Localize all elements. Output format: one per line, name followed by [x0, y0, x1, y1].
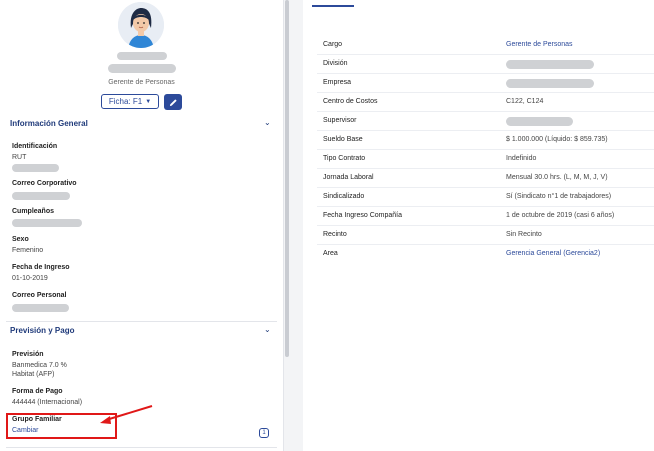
- detail-label: Fecha Ingreso Compañía: [323, 212, 402, 219]
- detail-row: Cargo Gerente de Personas: [317, 36, 654, 55]
- detail-link[interactable]: Gerente de Personas: [506, 41, 573, 48]
- detail-value: Mensual 30.0 hrs. (L, M, M, J, V): [506, 174, 608, 181]
- detail-label: Centro de Costos: [323, 98, 378, 105]
- profile-panel: Gerente de Personas Ficha: F1 ▼ Informac…: [0, 0, 284, 451]
- detail-row: Sueldo Base $ 1.000.000 (Líquido: $ 859.…: [317, 131, 654, 150]
- detail-value: $ 1.000.000 (Líquido: $ 859.735): [506, 136, 608, 143]
- detail-row: Jornada Laboral Mensual 30.0 hrs. (L, M,…: [317, 169, 654, 188]
- detail-label: División: [323, 60, 348, 67]
- detail-value: C122, C124: [506, 98, 544, 105]
- detail-row: Supervisor: [317, 112, 654, 131]
- redacted-value: [506, 117, 573, 126]
- details-panel: Cargo Gerente de Personas División Empre…: [303, 0, 654, 451]
- detail-value: Indefinido: [506, 155, 537, 162]
- detail-label: Sueldo Base: [323, 136, 363, 143]
- redacted-value: [506, 79, 594, 88]
- annotation-arrow-icon: [100, 405, 153, 424]
- detail-label: Jornada Laboral: [323, 174, 374, 181]
- active-tab-indicator: [312, 5, 354, 7]
- detail-row: Tipo Contrato Indefinido: [317, 150, 654, 169]
- detail-label: Recinto: [323, 231, 347, 238]
- detail-label: Empresa: [323, 79, 352, 86]
- panel-gap: [289, 0, 303, 451]
- detail-row: Recinto Sin Recinto: [317, 226, 654, 245]
- detail-row: Empresa: [317, 74, 654, 93]
- detail-label: Tipo Contrato: [323, 155, 366, 162]
- detail-value: 1 de octubre de 2019 (casi 6 años): [506, 212, 615, 219]
- detail-value: Sin Recinto: [506, 231, 542, 238]
- detail-label: Cargo: [323, 41, 343, 48]
- detail-label: Sindicalizado: [323, 193, 365, 200]
- detail-row: Area Gerencia General (Gerencia2): [317, 245, 654, 264]
- detail-value: Sí (Sindicato n°1 de trabajadores): [506, 193, 612, 200]
- detail-row: Fecha Ingreso Compañía 1 de octubre de 2…: [317, 207, 654, 226]
- redacted-value: [506, 60, 594, 69]
- detail-row: División: [317, 55, 654, 74]
- detail-label: Supervisor: [323, 117, 357, 124]
- detail-label: Area: [323, 250, 338, 257]
- detail-row: Sindicalizado Sí (Sindicato n°1 de traba…: [317, 188, 654, 207]
- detail-link[interactable]: Gerencia General (Gerencia2): [506, 250, 600, 257]
- detail-row: Centro de Costos C122, C124: [317, 93, 654, 112]
